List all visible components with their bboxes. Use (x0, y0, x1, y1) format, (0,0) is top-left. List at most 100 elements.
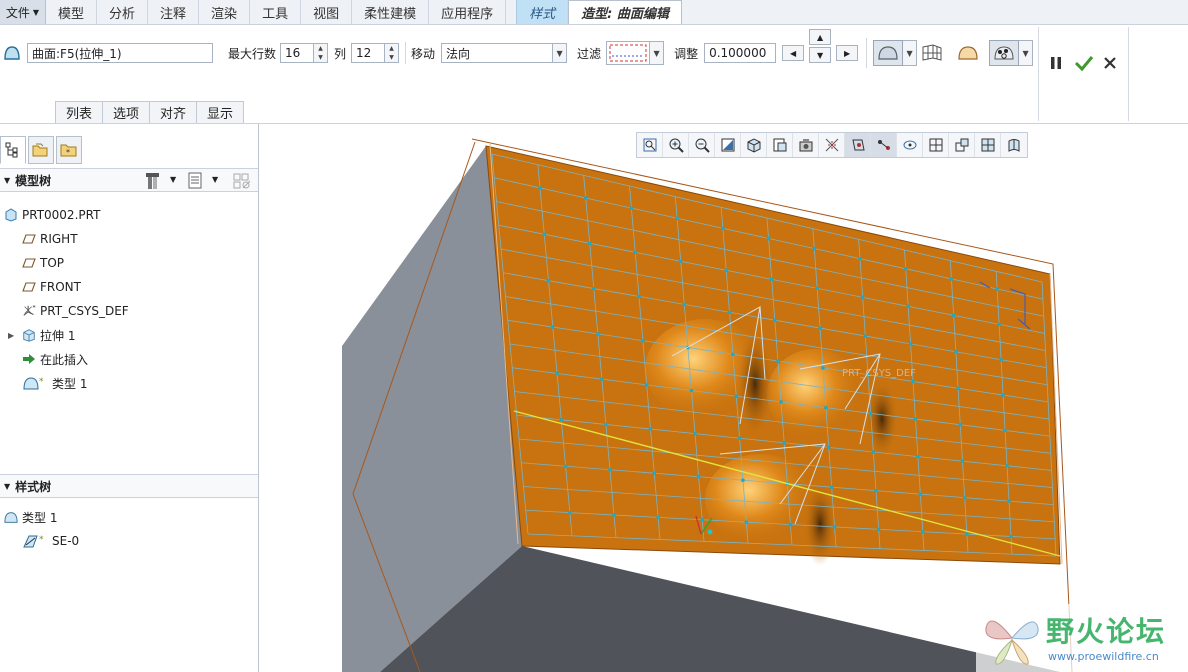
show-list-icon[interactable] (187, 172, 203, 193)
control-point[interactable] (652, 471, 657, 476)
control-point[interactable] (721, 226, 725, 231)
control-point[interactable] (956, 386, 960, 391)
sketch-view-button[interactable] (975, 133, 1001, 157)
control-point[interactable] (563, 464, 568, 469)
control-point[interactable] (958, 422, 963, 427)
reflection-icon[interactable] (957, 42, 979, 64)
model-tree-tab[interactable] (0, 136, 26, 164)
control-point[interactable] (689, 388, 694, 393)
tree-item-insert-here[interactable]: 在此插入 (22, 350, 88, 368)
model-viewport[interactable]: PRT_CSYS_DEF (260, 124, 1188, 672)
control-point[interactable] (542, 232, 547, 237)
control-point[interactable] (724, 268, 728, 273)
control-point[interactable] (682, 302, 687, 307)
control-point[interactable] (821, 366, 825, 370)
filter-select[interactable] (606, 41, 651, 65)
saved-orientations-button[interactable] (767, 133, 793, 157)
control-point[interactable] (860, 295, 865, 300)
control-point[interactable] (741, 478, 745, 482)
control-point[interactable] (863, 334, 868, 338)
folder-browser-tab[interactable] (28, 136, 54, 164)
control-point[interactable] (906, 304, 910, 309)
perspective-button[interactable] (819, 133, 845, 157)
control-point[interactable] (911, 379, 915, 384)
display-style-button[interactable] (741, 133, 767, 157)
control-point[interactable] (591, 286, 596, 291)
tab-tools[interactable]: 工具 (250, 0, 302, 24)
control-point[interactable] (773, 318, 777, 322)
nudge-left-button[interactable]: ◀ (782, 45, 805, 61)
tree-item-front[interactable]: FRONT (22, 278, 81, 296)
tab-annotate[interactable]: 注释 (148, 0, 200, 24)
chevron-down-icon[interactable]: ▼ (553, 43, 568, 63)
tab-surface-edit[interactable]: 造型: 曲面编辑 (568, 0, 682, 24)
datum-display-button[interactable] (845, 133, 871, 157)
control-point[interactable] (788, 522, 793, 527)
orient-button[interactable] (949, 133, 975, 157)
control-point[interactable] (678, 259, 683, 264)
expand-arrow-icon[interactable]: ▶ (8, 331, 18, 340)
control-point[interactable] (995, 287, 999, 291)
control-point[interactable] (633, 250, 638, 255)
control-point[interactable] (874, 488, 878, 493)
chevron-down-icon[interactable]: ▼ (170, 175, 176, 184)
control-point[interactable] (700, 517, 705, 522)
control-point[interactable] (832, 525, 837, 529)
control-point[interactable] (641, 338, 645, 343)
subtab-display[interactable]: 显示 (196, 101, 245, 123)
file-menu[interactable]: 文件 ▼ (0, 0, 46, 24)
cols-input[interactable]: 12 (351, 43, 386, 63)
tree-item-part[interactable]: PRT0002.PRT (4, 206, 100, 224)
tree-filter-icon[interactable] (232, 172, 252, 193)
surface-select-icon[interactable] (1, 42, 23, 64)
control-point[interactable] (629, 206, 634, 210)
mesh-display-icon[interactable] (921, 42, 943, 64)
control-point[interactable] (908, 342, 913, 346)
control-point[interactable] (871, 450, 876, 454)
tab-flexible-modeling[interactable]: 柔性建模 (352, 0, 430, 24)
analysis-display-button[interactable] (989, 40, 1020, 66)
control-point[interactable] (550, 325, 555, 329)
refit-button[interactable] (637, 133, 663, 157)
collapse-icon[interactable]: ▼ (4, 482, 10, 491)
control-point[interactable] (818, 326, 822, 330)
control-point[interactable] (608, 467, 612, 472)
control-point[interactable] (1007, 499, 1011, 503)
control-point[interactable] (999, 357, 1003, 362)
control-point[interactable] (960, 459, 965, 463)
chevron-down-icon[interactable]: ▼ (903, 40, 918, 66)
control-point[interactable] (918, 492, 923, 496)
tree-item-right[interactable]: RIGHT (22, 230, 78, 248)
control-point[interactable] (696, 474, 701, 479)
subtab-align[interactable]: 对齐 (149, 101, 198, 123)
ok-button[interactable] (1073, 52, 1095, 74)
tree-item-top[interactable]: TOP (22, 254, 64, 272)
control-point[interactable] (675, 216, 679, 221)
view-manager-button[interactable] (793, 133, 819, 157)
subtab-list[interactable]: 列表 (55, 101, 104, 123)
chevron-down-icon[interactable]: ▼ (650, 41, 665, 65)
nudge-up-button[interactable]: ▲ (809, 29, 832, 45)
style-tree-item-se0[interactable]: * SE-0 (22, 532, 79, 550)
control-point[interactable] (637, 294, 641, 299)
control-point[interactable] (829, 485, 834, 489)
spin-center-button[interactable] (897, 133, 923, 157)
graphics-window[interactable]: PRT_CSYS_DEF 野火论坛 www.proewildfire.cn (260, 124, 1188, 672)
nudge-down-button[interactable]: ▼ (809, 47, 832, 63)
control-point[interactable] (824, 405, 828, 410)
control-point[interactable] (693, 431, 697, 436)
point-display-button[interactable] (871, 133, 897, 157)
tree-item-extrude[interactable]: ▶ 拉伸 1 (8, 326, 75, 344)
pause-button[interactable] (1047, 54, 1065, 72)
control-point[interactable] (648, 427, 653, 431)
control-point[interactable] (876, 527, 881, 532)
control-point[interactable] (997, 322, 1001, 327)
control-point[interactable] (903, 266, 908, 271)
control-point[interactable] (546, 278, 551, 283)
max-rows-input[interactable]: 16 (280, 43, 315, 63)
grid-button[interactable] (923, 133, 949, 157)
move-direction-select[interactable]: 法向 (441, 43, 554, 63)
subtab-options[interactable]: 选项 (102, 101, 151, 123)
tree-settings-icon[interactable] (145, 172, 161, 193)
tree-item-csys[interactable]: * PRT_CSYS_DEF (22, 302, 129, 320)
